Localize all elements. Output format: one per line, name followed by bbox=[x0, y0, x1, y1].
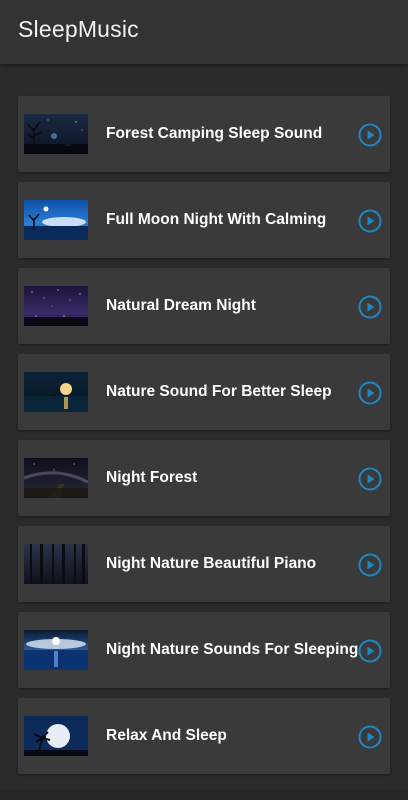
thumbnail-full-moon bbox=[24, 200, 88, 240]
track-title: Relax And Sleep bbox=[106, 727, 227, 744]
app-bar: SleepMusic bbox=[0, 0, 408, 64]
track-title: Night Nature Beautiful Piano bbox=[106, 555, 317, 572]
play-circle-icon[interactable] bbox=[358, 209, 382, 233]
track-title: Nature Sound For Better Sleep bbox=[106, 383, 332, 400]
track-list: Forest Camping Sleep Sound Full Moon Nig… bbox=[18, 96, 390, 784]
play-circle-icon[interactable] bbox=[358, 725, 382, 749]
thumbnail-dark-forest bbox=[24, 544, 88, 584]
list-item[interactable]: Relax And Sleep bbox=[18, 698, 390, 774]
thumbnail-moon-clouds-water bbox=[24, 630, 88, 670]
track-title: Forest Camping Sleep Sound bbox=[106, 125, 323, 142]
thumbnail-forest-night bbox=[24, 114, 88, 154]
track-title: Natural Dream Night bbox=[106, 297, 256, 314]
list-item[interactable]: Night Nature Beautiful Piano bbox=[18, 526, 390, 602]
track-title: Night Nature Sounds For Sleeping bbox=[106, 641, 359, 658]
play-circle-icon[interactable] bbox=[358, 295, 382, 319]
app-title: SleepMusic bbox=[18, 16, 139, 42]
thumbnail-starry-night bbox=[24, 286, 88, 326]
thumbnail-milky-way-road bbox=[24, 458, 88, 498]
list-item[interactable]: Forest Camping Sleep Sound bbox=[18, 96, 390, 172]
list-item[interactable]: Natural Dream Night bbox=[18, 268, 390, 344]
play-circle-icon[interactable] bbox=[358, 381, 382, 405]
list-item[interactable]: Night Nature Sounds For Sleeping bbox=[18, 612, 390, 688]
play-circle-icon[interactable] bbox=[358, 123, 382, 147]
list-item[interactable]: Night Forest bbox=[18, 440, 390, 516]
track-title: Full Moon Night With Calming bbox=[106, 211, 327, 228]
play-circle-icon[interactable] bbox=[358, 467, 382, 491]
thumbnail-moon-palm bbox=[24, 716, 88, 756]
list-item[interactable]: Full Moon Night With Calming bbox=[18, 182, 390, 258]
thumbnail-moon-sea bbox=[24, 372, 88, 412]
list-item[interactable]: Nature Sound For Better Sleep bbox=[18, 354, 390, 430]
bottom-edge bbox=[0, 790, 408, 800]
track-title: Night Forest bbox=[106, 469, 198, 486]
play-circle-icon[interactable] bbox=[358, 553, 382, 577]
play-circle-icon[interactable] bbox=[358, 639, 382, 663]
